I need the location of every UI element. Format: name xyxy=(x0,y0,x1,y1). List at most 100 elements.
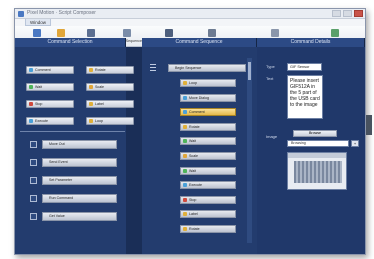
preview-image xyxy=(294,161,342,183)
library-button-execute[interactable]: Execute xyxy=(26,117,74,125)
library-button-label: Wait xyxy=(35,85,43,89)
command-sequence-header: Command Sequence xyxy=(142,38,257,47)
library-button-comment[interactable]: Comment xyxy=(26,66,74,74)
sequence-item[interactable]: Scale xyxy=(180,152,236,160)
sequence-item[interactable]: Comment xyxy=(180,108,236,117)
panel-splitter[interactable] xyxy=(126,47,142,254)
sequence-handle-icon[interactable] xyxy=(150,70,156,71)
image-browse-button[interactable]: Browse xyxy=(293,130,337,137)
sequence-item[interactable]: Move Dialog xyxy=(180,93,236,102)
value-icon xyxy=(30,213,37,220)
window-title: Pixel Motion · Script Composer xyxy=(27,10,96,16)
close-button[interactable] xyxy=(354,10,363,17)
command-details-header: Command Details xyxy=(257,38,365,47)
sequence-item-label: Scale xyxy=(189,154,198,158)
sequence-scrollbar[interactable] xyxy=(247,58,252,243)
command-field[interactable]: Send Event xyxy=(42,158,117,167)
library-button-wait[interactable]: Wait xyxy=(26,83,74,91)
event-icon xyxy=(30,159,37,166)
sequence-item[interactable]: Rotate xyxy=(180,122,236,131)
toolbar-import-icon xyxy=(331,29,339,37)
command-icon xyxy=(183,227,187,231)
library-button-label: Stop xyxy=(35,102,43,106)
command-icon xyxy=(183,197,187,202)
command-icon xyxy=(29,85,33,89)
run-icon xyxy=(30,195,37,202)
command-icon xyxy=(29,68,33,72)
monitor-icon xyxy=(30,141,37,148)
command-icon xyxy=(183,81,187,85)
library-button-stop[interactable]: Stop xyxy=(26,100,74,108)
library-button-label: Scale xyxy=(95,85,104,89)
sequence-item-label: Wait xyxy=(189,168,197,173)
command-icon xyxy=(183,110,187,115)
sequence-header-item[interactable]: Begin Sequence xyxy=(168,64,246,72)
app-icon xyxy=(18,11,24,17)
minimize-button[interactable] xyxy=(332,10,341,17)
sequence-item[interactable]: Execute xyxy=(180,181,236,190)
command-field[interactable]: Get Value xyxy=(42,212,117,221)
sequence-item[interactable]: Wait xyxy=(180,166,236,175)
sequence-item-label: Stop xyxy=(189,197,197,202)
sequence-item-label: Comment xyxy=(189,110,205,115)
sequence-item-label: Rotate xyxy=(189,227,200,231)
validate-icon xyxy=(123,29,131,37)
library-button-label: Loop xyxy=(95,119,103,123)
folder-icon xyxy=(57,29,65,37)
library-button-label: Rotate xyxy=(95,68,106,72)
sequence-item-label: Execute xyxy=(189,183,202,188)
sequence-item-label: Wait xyxy=(189,139,197,144)
library-button-label: Comment xyxy=(35,68,51,72)
sequence-tools xyxy=(150,64,156,73)
menu-item-window[interactable]: Window xyxy=(25,19,52,26)
image-spin-button[interactable]: + xyxy=(351,140,359,147)
library-divider xyxy=(20,131,125,132)
menu-bar: Window xyxy=(15,19,365,26)
command-icon xyxy=(89,68,93,72)
library-button-label[interactable]: Label xyxy=(86,100,134,108)
maximize-button[interactable] xyxy=(343,10,352,17)
library-button-label: Execute xyxy=(35,119,48,123)
command-library-panel xyxy=(15,47,126,254)
scrollbar-thumb[interactable] xyxy=(248,62,251,80)
sequence-item[interactable]: Loop xyxy=(180,79,236,87)
command-icon xyxy=(183,212,187,217)
sequence-item[interactable]: Stop xyxy=(180,195,236,204)
command-icon xyxy=(89,119,93,123)
command-field[interactable]: Set Parameter xyxy=(42,176,117,185)
sequence-item-label: Rotate xyxy=(189,124,200,129)
sequence-handle-icon[interactable] xyxy=(150,67,156,68)
library-button-scale[interactable]: Scale xyxy=(86,83,134,91)
window-controls xyxy=(332,10,363,17)
command-icon xyxy=(183,124,187,129)
sequence-item-label: Label xyxy=(189,212,198,217)
sequence-item[interactable]: Rotate xyxy=(180,225,236,233)
type-field[interactable]: GIF Sensor xyxy=(287,63,322,71)
parameter-icon xyxy=(30,177,37,184)
import-icon xyxy=(271,29,279,37)
command-field[interactable]: Move Out xyxy=(42,140,117,149)
command-icon xyxy=(183,139,187,144)
type-label: Type xyxy=(266,64,275,69)
sequence-item[interactable]: Wait xyxy=(180,137,236,146)
title-bar: Pixel Motion · Script Composer xyxy=(15,9,365,19)
text-area[interactable]: Please insert GIF512A in the 5 part of t… xyxy=(287,75,323,119)
console-icon xyxy=(208,29,216,37)
command-icon xyxy=(89,102,93,106)
command-icon xyxy=(183,95,187,100)
command-field[interactable]: Run Command xyxy=(42,194,117,203)
sequence-item[interactable]: Label xyxy=(180,210,236,219)
sequence-handle-icon[interactable] xyxy=(150,64,156,65)
library-button-label: Label xyxy=(95,102,104,106)
image-select[interactable]: Browsing xyxy=(287,140,349,147)
text-label: Text xyxy=(266,76,274,81)
command-icon xyxy=(89,85,93,89)
command-selection-header: Command Selection xyxy=(15,38,126,47)
window-edge-shadow xyxy=(366,115,372,135)
library-button-rotate[interactable]: Rotate xyxy=(86,66,134,74)
preview-header xyxy=(288,153,346,158)
command-icon xyxy=(183,168,187,173)
library-button-loop[interactable]: Loop xyxy=(86,117,134,125)
sequence-item-label: Loop xyxy=(189,81,197,85)
new-doc-icon xyxy=(33,29,41,37)
